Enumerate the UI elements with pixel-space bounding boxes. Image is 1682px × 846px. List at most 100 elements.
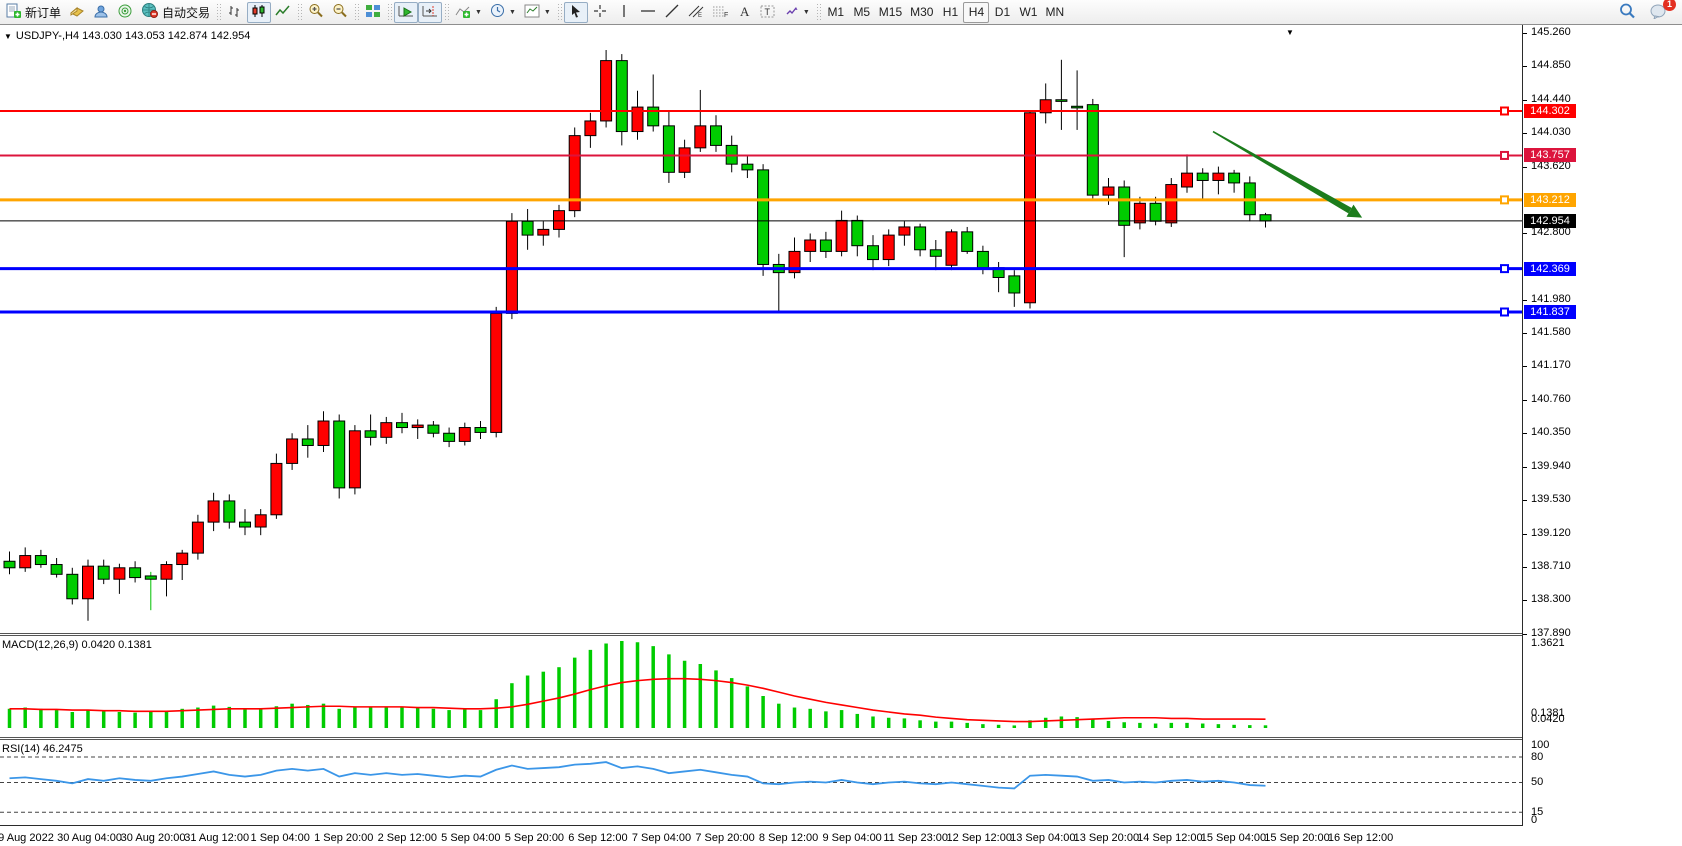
candle-bull[interactable] [695,126,706,148]
candle-bear[interactable] [475,428,486,433]
auto-trading-button[interactable]: 自动交易 [137,2,214,23]
tf-m5[interactable]: M5 [849,2,875,23]
candle-bull[interactable] [836,220,847,251]
candle-bull[interactable] [271,463,282,514]
collapse-marker-icon[interactable]: ▼ [1286,28,1294,37]
candle-bear[interactable] [1229,173,1240,183]
candle-bear[interactable] [1009,276,1020,293]
candle-bull[interactable] [899,227,910,235]
candle-bear[interactable] [1087,105,1098,196]
candle-bear[interactable] [868,246,879,260]
hline-handle[interactable] [1501,152,1508,159]
macd-panel[interactable] [0,636,1522,737]
candle-bull[interactable] [679,148,690,172]
search-button[interactable] [1615,2,1640,23]
candle-bull[interactable] [83,566,94,599]
candle-bull[interactable] [1166,185,1177,223]
candle-bear[interactable] [1072,106,1083,108]
candle-bull[interactable] [318,421,329,445]
channel-button[interactable]: E [684,2,708,23]
zoom-out-button[interactable] [328,2,352,23]
candle-bull[interactable] [1103,187,1114,195]
tf-d1[interactable]: D1 [989,2,1015,23]
candle-bear[interactable] [648,107,659,126]
templates-button[interactable]: ▼ [520,2,555,23]
candle-bull[interactable] [538,229,549,235]
fibonacci-button[interactable]: F [708,2,732,23]
text-button[interactable]: A [732,2,756,23]
candle-bear[interactable] [145,576,156,579]
candle-bear[interactable] [35,556,46,565]
candle-bear[interactable] [444,433,455,441]
candle-bear[interactable] [1056,100,1067,102]
candle-bear[interactable] [98,566,109,579]
candle-bear[interactable] [915,227,926,250]
candle-bear[interactable] [365,431,376,438]
tf-w1[interactable]: W1 [1015,2,1041,23]
candle-bear[interactable] [977,251,988,267]
hline-handle[interactable] [1501,265,1508,272]
candle-bull[interactable] [114,568,125,579]
panel-separator[interactable] [0,737,1522,740]
bar-chart-button[interactable] [223,2,247,23]
candle-bear[interactable] [224,501,235,522]
candle-bull[interactable] [1213,173,1224,180]
candle-bull[interactable] [349,431,360,488]
candle-bear[interactable] [711,126,722,146]
tf-m1[interactable]: M1 [823,2,849,23]
tf-mn[interactable]: MN [1041,2,1068,23]
hline-handle[interactable] [1501,196,1508,203]
candle-bear[interactable] [758,170,769,265]
candle-bull[interactable] [177,553,188,564]
symbol-dropdown-icon[interactable]: ▼ [4,32,12,41]
periods-button[interactable]: ▼ [486,2,520,23]
candle-bear[interactable] [1260,215,1271,221]
candle-bull[interactable] [1182,173,1193,187]
indicators-button[interactable]: ▼ [451,2,486,23]
cursor-button[interactable] [564,2,588,23]
dropdown-arrow-icon[interactable]: ▼ [544,9,551,16]
candle-bear[interactable] [616,61,627,132]
new-order-button[interactable]: 新订单 [2,2,65,23]
candle-bull[interactable] [1025,113,1036,303]
signals-button[interactable] [113,2,137,23]
auto-scroll-button[interactable] [394,2,418,23]
candle-bear[interactable] [240,522,251,527]
dropdown-arrow-icon[interactable]: ▼ [803,9,810,16]
candle-bull[interactable] [192,522,203,553]
price-axis[interactable]: 145.260144.850144.440144.030143.620142.8… [1523,25,1682,846]
candle-bear[interactable] [1150,203,1161,221]
rsi-panel[interactable] [0,740,1522,825]
candle-bear[interactable] [820,240,831,251]
community-button[interactable] [89,2,113,23]
candle-bear[interactable] [51,565,62,575]
candle-bull[interactable] [381,423,392,438]
candle-bear[interactable] [522,221,533,235]
candle-bull[interactable] [255,515,266,527]
candle-bear[interactable] [930,250,941,257]
candle-bull[interactable] [491,313,502,432]
line-chart-button[interactable] [271,2,295,23]
tf-h4[interactable]: H4 [963,2,989,23]
candle-chart-button[interactable] [247,2,271,23]
candle-bear[interactable] [1197,173,1208,180]
candle-bull[interactable] [161,565,172,580]
label-button[interactable]: T [756,2,780,23]
crosshair-button[interactable] [588,2,612,23]
notifications-button[interactable]: 1 [1646,2,1672,23]
dropdown-arrow-icon[interactable]: ▼ [509,9,516,16]
candle-bear[interactable] [334,421,345,488]
candle-bear[interactable] [397,423,408,428]
tf-m15[interactable]: M15 [875,2,906,23]
candle-bull[interactable] [1134,203,1145,223]
candle-bear[interactable] [130,568,141,578]
tf-h1[interactable]: H1 [937,2,963,23]
candle-bear[interactable] [428,425,439,433]
candle-bull[interactable] [883,235,894,259]
dropdown-arrow-icon[interactable]: ▼ [475,9,482,16]
candle-bull[interactable] [554,211,565,230]
candle-bear[interactable] [1119,187,1130,225]
tile-windows-button[interactable] [361,2,385,23]
candle-bear[interactable] [302,439,313,446]
zoom-in-button[interactable] [304,2,328,23]
